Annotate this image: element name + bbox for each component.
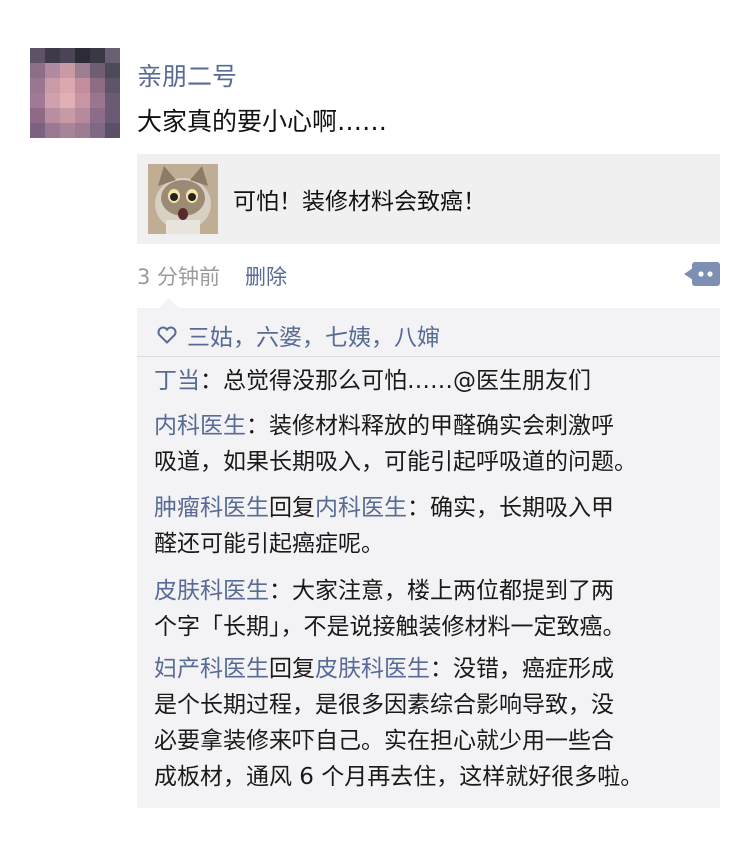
comment-item[interactable]: 肿瘤科医生回复内科医生：确实，长期吸入甲 醛还可能引起癌症呢。 [154,490,714,562]
post-text: 大家真的要小心啊…… [137,107,388,136]
comment-item[interactable]: 皮肤科医生：大家注意，楼上两位都提到了两 个字「长期」，不是说接触装修材料一定致… [154,573,714,645]
comment-author[interactable]: 肿瘤科医生 [154,495,269,521]
avatar[interactable] [30,48,120,138]
comment-more-icon[interactable] [684,262,720,286]
link-title[interactable]: 可怕！装修材料会致癌！ [233,182,486,216]
comment-text: 醛还可能引起癌症呢。 [154,531,384,557]
liker-name[interactable]: 三姑 [187,318,233,352]
comment-text: ：没错，癌症形成 [430,656,614,682]
comment-item[interactable]: 丁当：总觉得没那么可怕……@医生朋友们 [154,363,714,399]
likes-row: 三姑， 六婆， 七姨， 八婶 [157,318,440,352]
delete-link[interactable]: 删除 [245,261,287,291]
comment-item[interactable]: 内科医生：装修材料释放的甲醛确实会刺激呼 吸道，如果长期吸入，可能引起呼吸道的问… [154,408,714,480]
comment-item[interactable]: 妇产科医生回复皮肤科医生：没错，癌症形成 是个长期过程，是很多因素综合影响导致，… [154,651,714,795]
comment-text: ：大家注意，楼上两位都提到了两 [269,578,614,604]
cat-thumbnail-image [148,164,218,234]
liker-name[interactable]: 七姨 [325,318,371,352]
comment-text: ：装修材料释放的甲醛确实会刺激呼 [246,413,614,439]
comment-text: 必要拿装修来吓自己。实在担心就少用一些合 [154,728,614,754]
comment-text: 个字「长期」，不是说接触装修材料一定致癌。 [154,614,626,640]
comment-text: 吸道，如果长期吸入，可能引起呼吸道的问题。 [154,449,637,475]
reply-to-author[interactable]: 内科医生 [315,495,407,521]
reply-word: 回复 [269,656,315,682]
reply-to-author[interactable]: 皮肤科医生 [315,656,430,682]
comment-text: 成板材，通风 6 个月再去住，这样就好很多啦。 [154,764,644,790]
comments-section: 三姑， 六婆， 七姨， 八婶 丁当：总觉得没那么可怕……@医生朋友们 内科医生：… [137,298,720,808]
bubble-caret [159,298,179,308]
comment-author[interactable]: 丁当 [154,368,200,394]
heart-icon [157,326,177,344]
post-timestamp: 3 分钟前 [137,265,221,289]
comment-author[interactable]: 皮肤科医生 [154,578,269,604]
liker-name[interactable]: 六婆 [256,318,302,352]
comment-text: ：总觉得没那么可怕……@医生朋友们 [200,368,591,394]
divider [137,356,720,357]
comment-text: ：确实，长期吸入甲 [407,495,614,521]
comment-text: 是个长期过程，是很多因素综合影响导致，没 [154,692,614,718]
shared-link-card[interactable]: 可怕！装修材料会致癌！ [137,154,720,244]
liker-name[interactable]: 八婶 [394,318,440,352]
comment-author[interactable]: 内科医生 [154,413,246,439]
author-name[interactable]: 亲朋二号 [137,57,237,93]
reply-word: 回复 [269,495,315,521]
comment-author[interactable]: 妇产科医生 [154,656,269,682]
